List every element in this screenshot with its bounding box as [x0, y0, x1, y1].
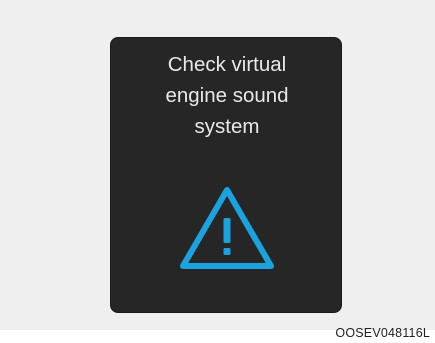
warning-triangle-icon: [180, 187, 274, 269]
warning-message: Check virtual engine sound system: [165, 53, 289, 138]
cluster-warning-display: Check virtual engine sound system: [110, 37, 342, 313]
image-reference-code: OOSEV048116L: [335, 326, 430, 340]
exclamation-dot: [223, 248, 231, 255]
illustration-frame: Check virtual engine sound system: [0, 0, 435, 330]
exclamation-bar: [223, 218, 231, 243]
